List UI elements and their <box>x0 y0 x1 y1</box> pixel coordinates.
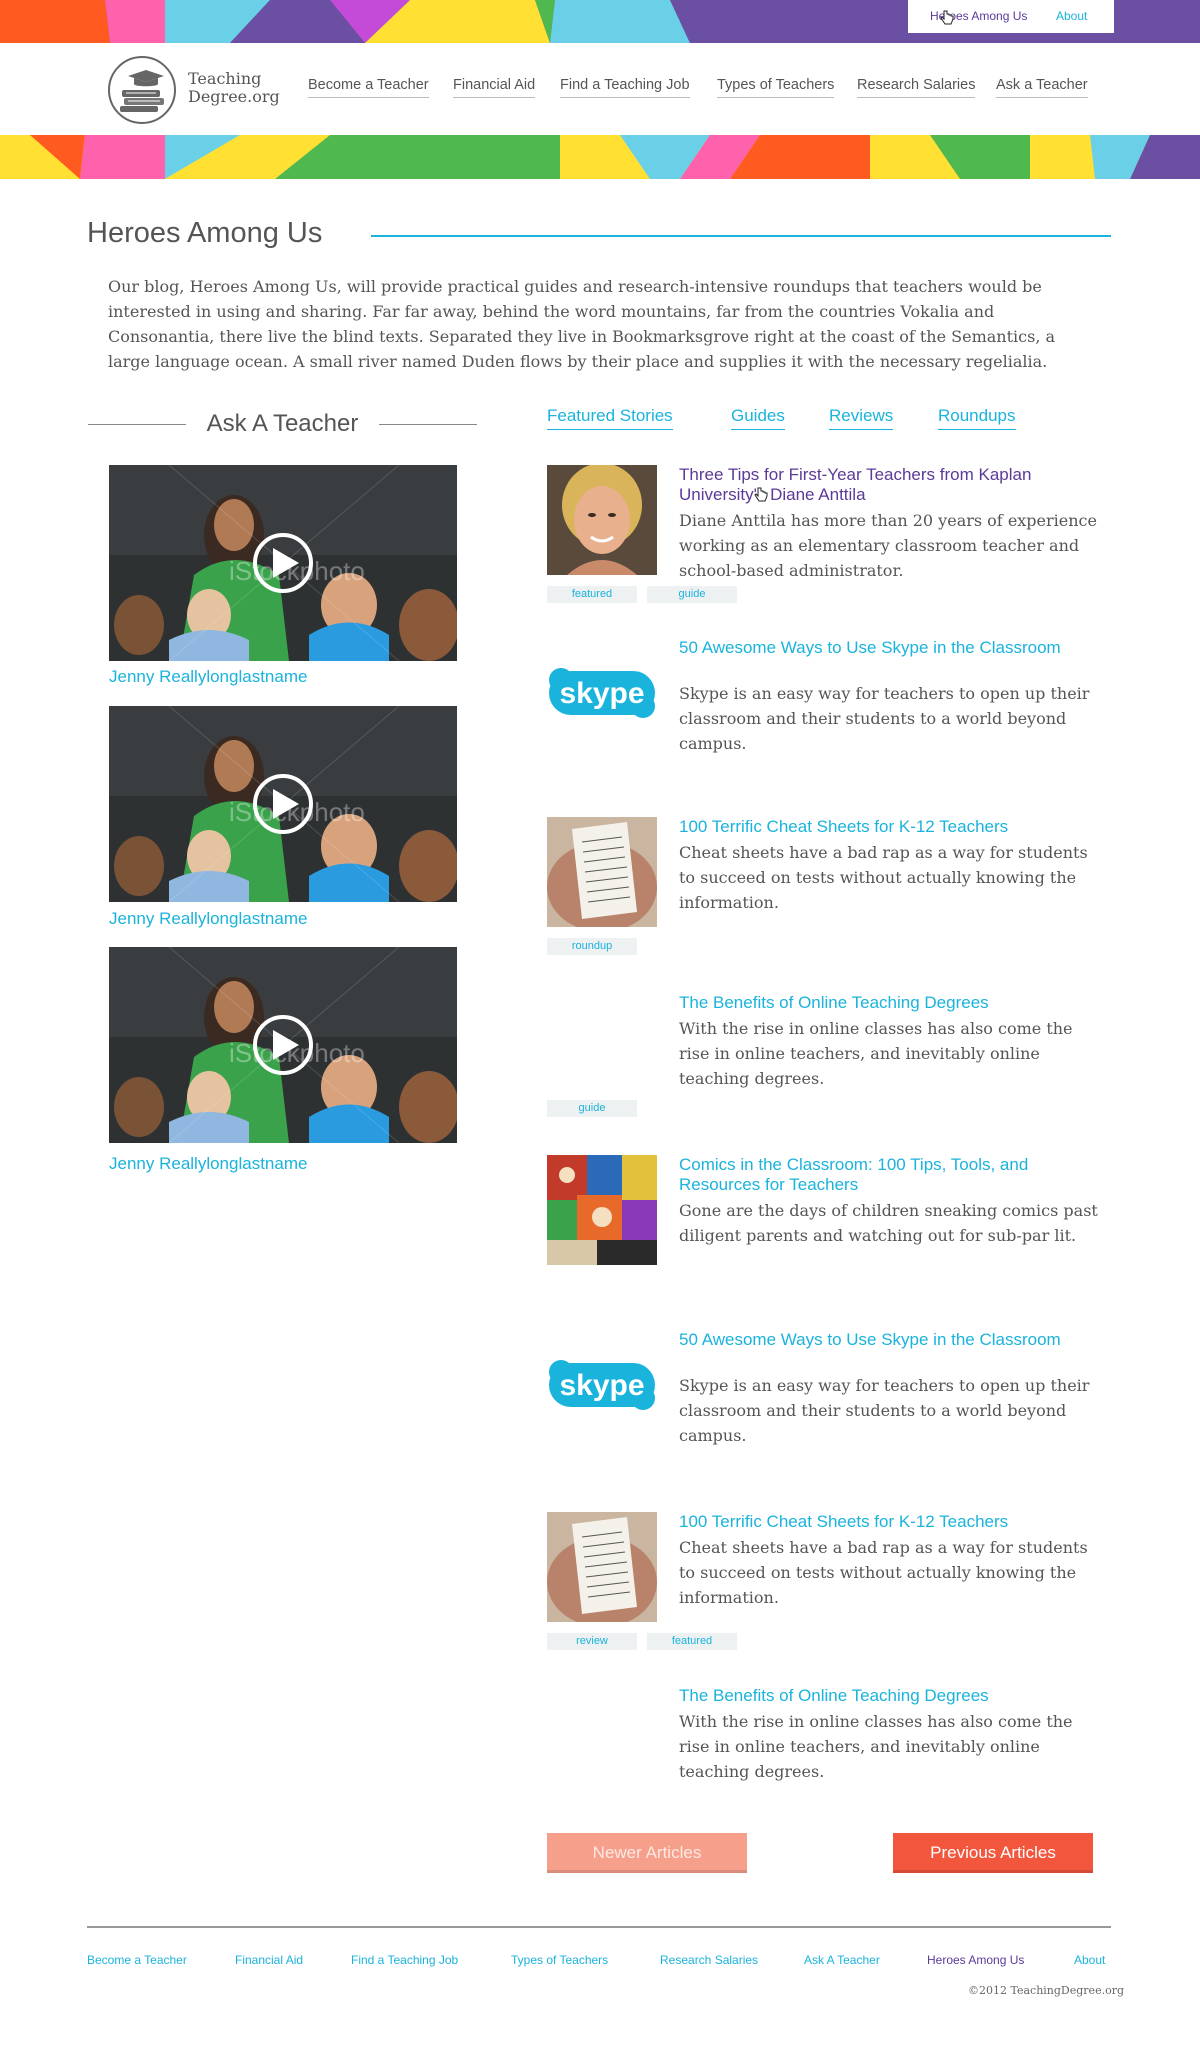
tab-reviews[interactable]: Reviews <box>829 406 894 430</box>
footer-link-heroes-among-us[interactable]: Heroes Among Us <box>927 1953 1024 1967</box>
header-banner-bottom <box>0 135 1200 179</box>
utility-nav: Heroes Among Us About <box>908 0 1114 33</box>
video-author-link[interactable]: Jenny Reallylonglastname <box>109 909 307 929</box>
cheat-sheet-photo[interactable] <box>547 817 657 927</box>
article-title-link[interactable]: The Benefits of Online Teaching Degrees <box>679 993 1107 1013</box>
watermark-text: iStockphoto <box>229 797 365 827</box>
cheat-sheet-photo[interactable] <box>547 1512 657 1622</box>
nav-financial-aid[interactable]: Financial Aid <box>453 77 536 98</box>
article-title-link[interactable]: The Benefits of Online Teaching Degrees <box>679 1686 1107 1706</box>
logo-line-1: Teaching <box>188 69 262 88</box>
tag-review[interactable]: review <box>547 1633 637 1650</box>
site-header: Teaching Degree.org Become a Teacher Fin… <box>0 43 1200 135</box>
skype-logo-icon[interactable]: skype <box>547 1330 657 1440</box>
footer-link-become-a-teacher[interactable]: Become a Teacher <box>87 1953 187 1967</box>
books-graduation-cap-icon <box>120 70 164 112</box>
video-author-link[interactable]: Jenny Reallylonglastname <box>109 667 307 687</box>
footer-link-financial-aid[interactable]: Financial Aid <box>235 1953 303 1967</box>
footer-link-find-a-teaching-job[interactable]: Find a Teaching Job <box>351 1953 458 1967</box>
article-description: With the rise in online classes has also… <box>679 1712 1073 1781</box>
article-title-link[interactable]: 50 Awesome Ways to Use Skype in the Clas… <box>679 638 1107 658</box>
skype-logo-icon[interactable]: skype <box>547 638 657 748</box>
article-title-link[interactable]: Comics in the Classroom: 100 Tips, Tools… <box>679 1155 1107 1195</box>
article-description: Skype is an easy way for teachers to ope… <box>679 684 1090 753</box>
skype-logo-text: skype <box>559 677 644 710</box>
watermark-text: iStockphoto <box>229 556 365 586</box>
article-title-link[interactable]: 100 Terrific Cheat Sheets for K-12 Teach… <box>679 1512 1107 1532</box>
utility-link-about[interactable]: About <box>1056 9 1087 23</box>
title-divider <box>371 235 1111 237</box>
tag-featured[interactable]: featured <box>547 586 637 603</box>
video-thumbnail[interactable]: iStockphoto <box>109 706 457 902</box>
footer-link-about[interactable]: About <box>1074 1953 1105 1967</box>
tab-featured-stories[interactable]: Featured Stories <box>547 406 673 430</box>
tag-guide[interactable]: guide <box>547 1100 637 1117</box>
watermark-text: iStockphoto <box>229 1038 365 1068</box>
logo-line-2: Degree.org <box>188 87 280 106</box>
nav-ask-a-teacher[interactable]: Ask a Teacher <box>996 77 1088 98</box>
nav-find-a-teaching-job[interactable]: Find a Teaching Job <box>560 77 690 98</box>
nav-research-salaries[interactable]: Research Salaries <box>857 77 976 98</box>
comics-photo[interactable] <box>547 1155 657 1265</box>
copyright-text: ©2012 TeachingDegree.org <box>968 1984 1124 1997</box>
article-title-link[interactable]: Three Tips for First-Year Teachers from … <box>679 465 1107 505</box>
nav-types-of-teachers[interactable]: Types of Teachers <box>717 77 835 98</box>
portrait-photo[interactable] <box>547 465 657 575</box>
video-thumbnail[interactable]: iStockphoto <box>109 947 457 1143</box>
article-description: With the rise in online classes has also… <box>679 1019 1073 1088</box>
skype-logo-text: skype <box>559 1369 644 1402</box>
article-description: Cheat sheets have a bad rap as a way for… <box>679 1538 1088 1607</box>
footer-link-ask-a-teacher[interactable]: Ask A Teacher <box>804 1953 880 1967</box>
ask-divider-right <box>379 424 477 425</box>
video-author-link[interactable]: Jenny Reallylonglastname <box>109 1154 307 1174</box>
hand-cursor-icon <box>940 10 954 25</box>
video-thumbnail[interactable]: iStockphoto <box>109 465 457 661</box>
newer-articles-button[interactable]: Newer Articles <box>547 1833 747 1873</box>
article-description: Diane Anttila has more than 20 years of … <box>679 511 1097 580</box>
tab-roundups[interactable]: Roundups <box>938 406 1016 430</box>
tag-roundup[interactable]: roundup <box>547 938 637 955</box>
previous-articles-button[interactable]: Previous Articles <box>893 1833 1093 1873</box>
footer-link-research-salaries[interactable]: Research Salaries <box>660 1953 758 1967</box>
footer-divider <box>87 1926 1111 1928</box>
hand-cursor-icon <box>754 487 768 502</box>
article-description: Cheat sheets have a bad rap as a way for… <box>679 843 1088 912</box>
site-logo[interactable] <box>108 56 176 124</box>
site-logo-text[interactable]: Teaching Degree.org <box>188 70 280 106</box>
article-title-link[interactable]: 50 Awesome Ways to Use Skype in the Clas… <box>679 1330 1107 1350</box>
article-title-link[interactable]: 100 Terrific Cheat Sheets for K-12 Teach… <box>679 817 1107 837</box>
article-description: Gone are the days of children sneaking c… <box>679 1201 1098 1245</box>
page-title: Heroes Among Us <box>87 217 323 249</box>
tab-guides[interactable]: Guides <box>731 406 785 430</box>
nav-become-a-teacher[interactable]: Become a Teacher <box>308 77 429 98</box>
tag-featured[interactable]: featured <box>647 1633 737 1650</box>
page-intro: Our blog, Heroes Among Us, will provide … <box>108 277 1056 371</box>
footer-link-types-of-teachers[interactable]: Types of Teachers <box>511 1953 608 1967</box>
tag-guide[interactable]: guide <box>647 586 737 603</box>
article-description: Skype is an easy way for teachers to ope… <box>679 1376 1090 1445</box>
